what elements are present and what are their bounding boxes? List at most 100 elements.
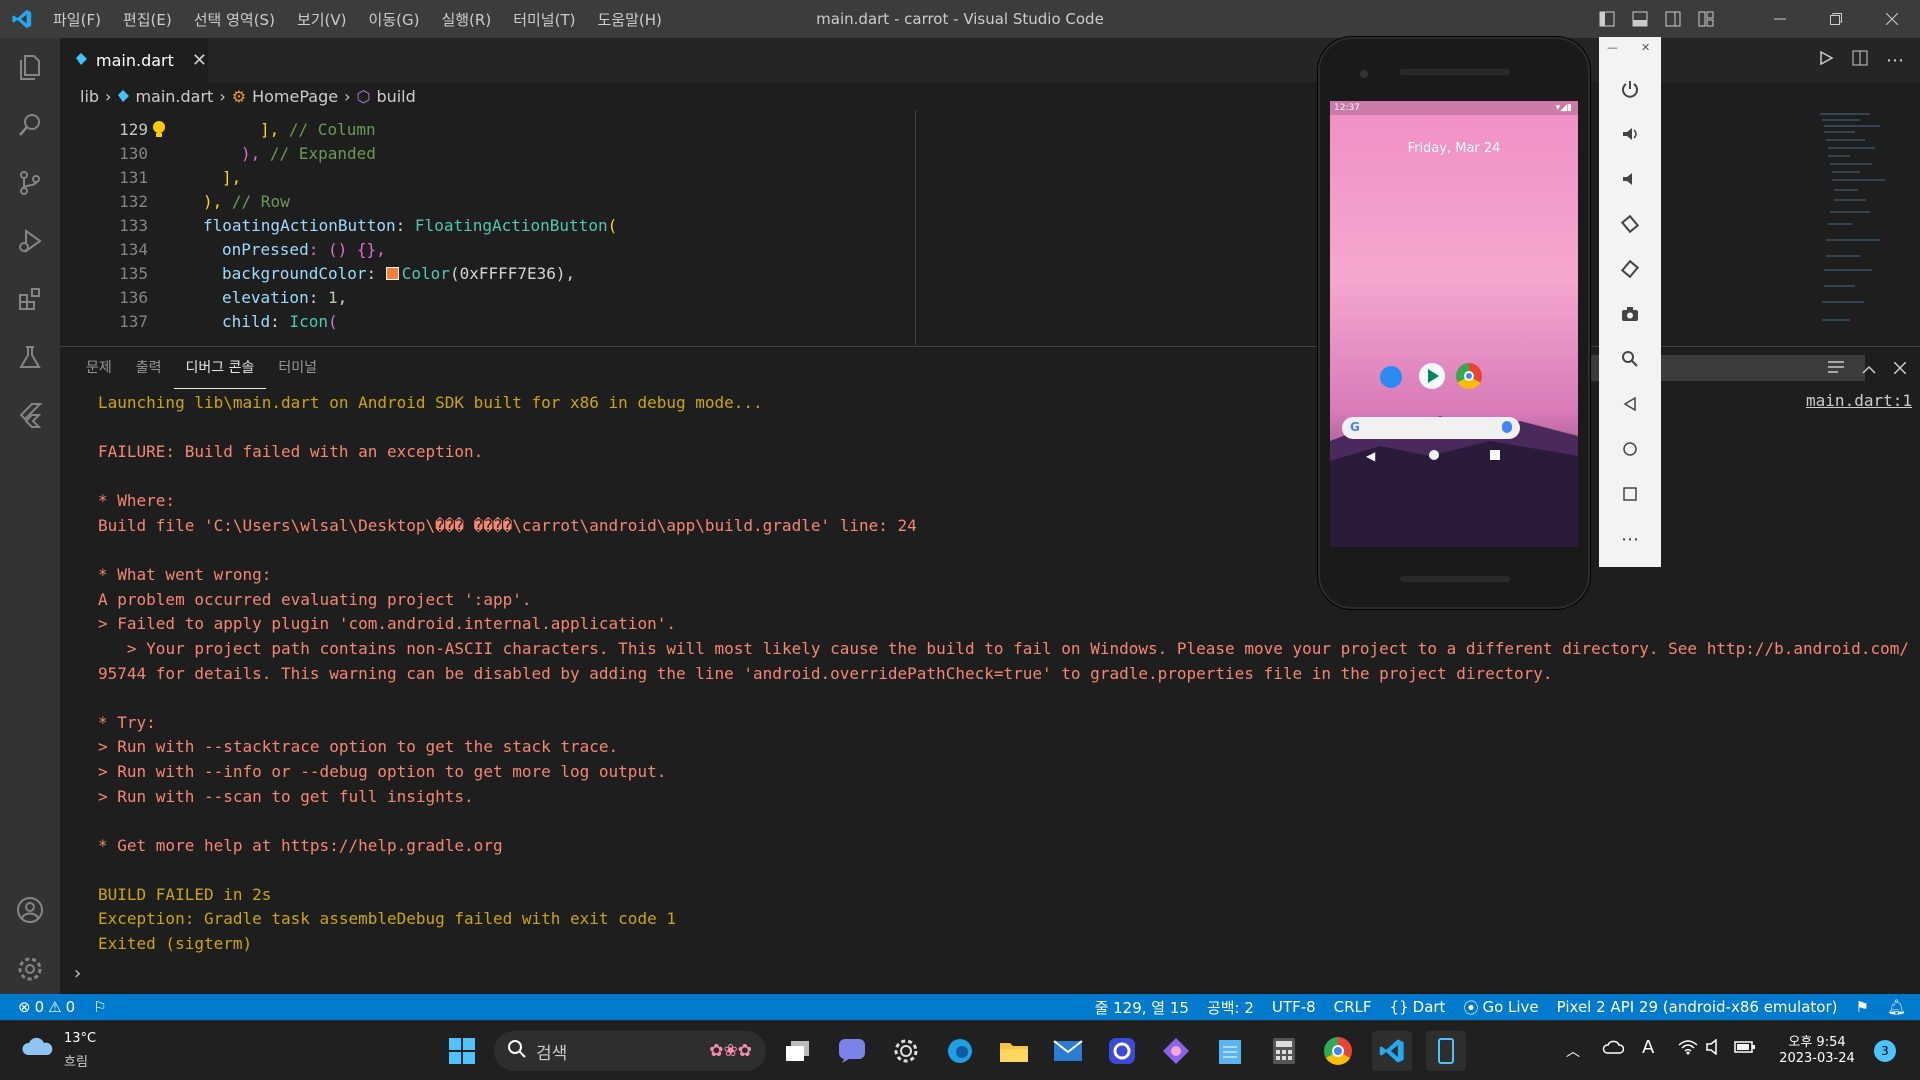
split-editor-icon[interactable] <box>1852 50 1868 70</box>
testing-icon[interactable] <box>0 328 60 386</box>
indentation[interactable]: 공백: 2 <box>1198 997 1263 1018</box>
menu-file[interactable]: 파일(F) <box>44 9 110 30</box>
mail-icon[interactable] <box>1048 1031 1088 1071</box>
overview-square-icon[interactable] <box>1599 474 1661 514</box>
calculator-icon[interactable] <box>1264 1031 1304 1071</box>
menu-terminal[interactable]: 터미널(T) <box>504 9 584 30</box>
menu-selection[interactable]: 선택 영역(S) <box>185 9 284 30</box>
flutter-icon[interactable] <box>0 386 60 444</box>
restore-window-icon[interactable] <box>1808 0 1864 38</box>
emulator-close-icon[interactable]: ✕ <box>1641 41 1650 54</box>
menu-help[interactable]: 도움말(H) <box>588 9 670 30</box>
extensions-icon[interactable] <box>0 270 60 328</box>
windows-start-icon[interactable] <box>442 1031 482 1071</box>
tab-problems[interactable]: 문제 <box>74 347 124 389</box>
go-live-button[interactable]: ⦿ Go Live <box>1454 997 1547 1018</box>
taskbar-search-box[interactable]: 검색 ✿❀✿ <box>494 1031 766 1071</box>
volume-up-icon[interactable] <box>1599 114 1661 154</box>
minimize-window-icon[interactable] <box>1752 0 1808 38</box>
language-mode[interactable]: {} Dart <box>1381 998 1455 1016</box>
breadcrumb-method[interactable]: build <box>376 87 415 106</box>
debug-status-icon[interactable]: ⚐ <box>84 998 115 1016</box>
color-swatch[interactable] <box>385 267 399 280</box>
nav-back-icon[interactable]: ◀ <box>1366 449 1375 463</box>
ime-language-icon[interactable]: A <box>1642 1037 1654 1058</box>
close-panel-icon[interactable] <box>1893 359 1907 378</box>
tab-main-dart[interactable]: main.dart ✕ <box>60 38 208 82</box>
show-hidden-icons-chevron-icon[interactable]: ︿ <box>1566 1041 1580 1061</box>
file-explorer-icon[interactable] <box>994 1031 1034 1071</box>
lightbulb-icon[interactable] <box>152 120 166 142</box>
emulator-taskbar-icon[interactable] <box>1426 1031 1466 1071</box>
encoding[interactable]: UTF-8 <box>1263 998 1325 1016</box>
home-circle-icon[interactable] <box>1599 429 1661 469</box>
close-tab-icon[interactable]: ✕ <box>192 50 207 71</box>
breadcrumb-lib[interactable]: lib <box>80 87 99 106</box>
taskbar-clock-time[interactable]: 오후 9:54 <box>1770 1031 1864 1050</box>
notification-count-badge[interactable]: 3 <box>1874 1040 1896 1062</box>
menu-go[interactable]: 이동(G) <box>360 9 429 30</box>
run-icon[interactable] <box>1818 50 1834 70</box>
weather-desc[interactable]: 흐림 <box>64 1051 88 1070</box>
notifications-bell-icon[interactable]: 🔔︎ <box>1878 998 1920 1016</box>
rotate-left-icon[interactable] <box>1599 204 1661 244</box>
back-icon[interactable] <box>1599 384 1661 424</box>
close-window-icon[interactable] <box>1864 0 1920 38</box>
vscode-logo-icon[interactable] <box>0 0 44 38</box>
chrome-icon[interactable] <box>1318 1031 1358 1071</box>
accounts-icon[interactable] <box>0 881 60 939</box>
copilot-app-icon[interactable] <box>1156 1031 1196 1071</box>
feedback-icon[interactable]: ⚑ <box>1847 998 1878 1016</box>
play-store-app-icon[interactable] <box>1419 363 1445 389</box>
battery-icon[interactable] <box>1734 1039 1756 1058</box>
cortana-app-icon[interactable] <box>1102 1031 1142 1071</box>
task-view-icon[interactable] <box>778 1031 818 1071</box>
speaker-icon[interactable] <box>1706 1038 1724 1059</box>
google-search-bar[interactable]: G <box>1342 417 1520 439</box>
end-of-line[interactable]: CRLF <box>1325 998 1381 1016</box>
cursor-position[interactable]: 줄 129, 열 15 <box>1086 997 1198 1018</box>
toggle-secondary-sidebar-icon[interactable] <box>1656 0 1689 38</box>
tab-debug-console[interactable]: 디버그 콘솔 <box>173 347 267 389</box>
more-options-icon[interactable]: ⋯ <box>1599 519 1661 559</box>
weather-temp[interactable]: 13°C <box>64 1031 96 1046</box>
toggle-sidebar-icon[interactable] <box>1590 0 1623 38</box>
taskbar-clock-date[interactable]: 2023-03-24 <box>1770 1051 1864 1066</box>
toggle-panel-icon[interactable] <box>1623 0 1656 38</box>
messages-app-icon[interactable] <box>1380 366 1402 388</box>
breadcrumb-class[interactable]: HomePage <box>252 87 338 106</box>
onedrive-cloud-icon[interactable] <box>1602 1039 1625 1059</box>
teams-chat-icon[interactable] <box>832 1031 872 1071</box>
emulator-screen[interactable]: 12:37 ▾◢▮ Friday, Mar 24 G ◀ <box>1330 101 1578 547</box>
customize-layout-icon[interactable] <box>1689 0 1722 38</box>
device-selector[interactable]: Pixel 2 API 29 (android-x86 emulator) <box>1548 998 1847 1016</box>
nav-recents-icon[interactable] <box>1490 450 1500 460</box>
vscode-taskbar-icon[interactable] <box>1372 1031 1412 1071</box>
volume-down-icon[interactable] <box>1599 159 1661 199</box>
wifi-icon[interactable] <box>1678 1039 1698 1059</box>
manage-gear-icon[interactable] <box>0 940 60 998</box>
rotate-right-icon[interactable] <box>1599 249 1661 289</box>
settings-gear-icon[interactable] <box>886 1031 926 1071</box>
maximize-panel-icon[interactable] <box>1862 359 1876 378</box>
power-icon[interactable] <box>1599 69 1661 109</box>
problems-status[interactable]: ⊗ 0 ⚠ 0 <box>0 998 84 1016</box>
menu-edit[interactable]: 편집(E) <box>114 9 181 30</box>
emulator-minimize-icon[interactable]: — <box>1607 41 1618 54</box>
console-prompt-chevron-icon[interactable]: › <box>74 963 81 984</box>
source-control-icon[interactable] <box>0 154 60 212</box>
home-date[interactable]: Friday, Mar 24 <box>1330 141 1578 156</box>
tab-terminal[interactable]: 터미널 <box>266 347 329 389</box>
tab-output[interactable]: 출력 <box>124 347 174 389</box>
nav-home-icon[interactable] <box>1429 450 1439 460</box>
chrome-app-icon[interactable] <box>1456 363 1482 389</box>
edge-browser-icon[interactable] <box>940 1031 980 1071</box>
zoom-icon[interactable] <box>1599 339 1661 379</box>
notepad-icon[interactable] <box>1210 1031 1250 1071</box>
weather-cloud-icon[interactable] <box>20 1035 54 1063</box>
search-icon[interactable] <box>0 96 60 154</box>
menu-run[interactable]: 실행(R) <box>432 9 500 30</box>
explorer-icon[interactable] <box>0 38 60 96</box>
breadcrumb-file[interactable]: main.dart <box>135 87 213 106</box>
screenshot-camera-icon[interactable] <box>1599 294 1661 334</box>
